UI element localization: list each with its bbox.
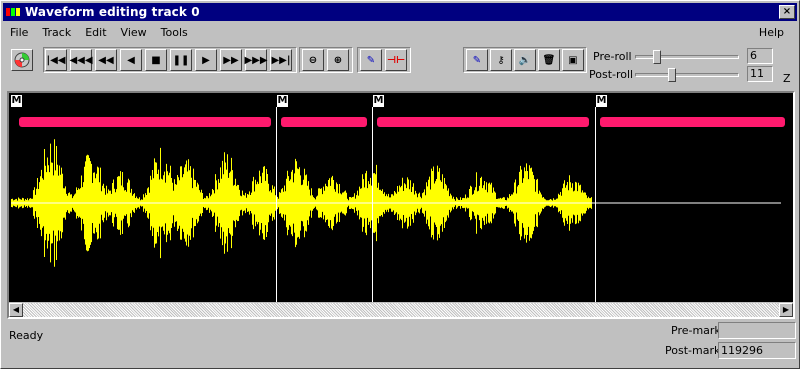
step-back-icon[interactable]: ◀: [120, 49, 142, 71]
menu-tools[interactable]: Tools: [154, 26, 195, 39]
title-bar[interactable]: Waveform editing track 0 ×: [3, 3, 797, 21]
stop-icon[interactable]: ■: [145, 49, 167, 71]
pen-icon[interactable]: ✎: [360, 49, 382, 71]
faster-forward-icon[interactable]: ▶▶▶: [244, 49, 268, 71]
go-to-start-icon[interactable]: |◀◀: [45, 49, 67, 71]
zoom-indicator: Z: [783, 72, 791, 85]
postroll-slider-thumb[interactable]: [668, 68, 676, 82]
scroll-track[interactable]: [23, 303, 779, 317]
go-to-end-icon[interactable]: ▶▶|: [270, 49, 292, 71]
preroll-slider[interactable]: [635, 50, 739, 64]
zoom-in-icon[interactable]: ⊕: [327, 49, 349, 71]
split-icon[interactable]: ⊣⊢: [385, 49, 407, 71]
premark-field[interactable]: [718, 322, 796, 339]
scroll-left-icon[interactable]: ◀: [9, 303, 23, 317]
marker-flag[interactable]: M: [596, 95, 607, 107]
scroll-right-icon[interactable]: ▶: [779, 303, 793, 317]
pause-icon[interactable]: ❚❚: [170, 49, 192, 71]
zoom-out-icon[interactable]: ⊖: [302, 49, 324, 71]
key-icon[interactable]: ⚷: [490, 49, 512, 71]
menu-view[interactable]: View: [114, 26, 154, 39]
marker-flag[interactable]: M: [373, 95, 384, 107]
premark-label: Pre-mark: [671, 324, 721, 337]
window-title: Waveform editing track 0: [25, 5, 200, 19]
menu-file[interactable]: File: [3, 26, 35, 39]
marker-line: [372, 107, 373, 303]
menu-track[interactable]: Track: [35, 26, 78, 39]
play-icon[interactable]: ▶: [195, 49, 217, 71]
close-button[interactable]: ×: [779, 5, 795, 19]
menu-bar: File Track Edit View Tools Help: [3, 23, 797, 41]
postroll-label: Post-roll: [589, 68, 634, 81]
document-icon[interactable]: ▣: [562, 49, 584, 71]
marker-flag[interactable]: M: [277, 95, 288, 107]
preroll-slider-thumb[interactable]: [653, 50, 661, 64]
speaker-icon[interactable]: 🔊: [514, 49, 536, 71]
waveform-plot[interactable]: [11, 107, 781, 303]
preroll-label: Pre-roll: [593, 50, 632, 63]
marker-line: [276, 107, 277, 303]
horizontal-scrollbar[interactable]: ◀ ▶: [9, 302, 793, 317]
preroll-value[interactable]: 6: [747, 48, 773, 64]
marker-flag[interactable]: M: [11, 95, 22, 107]
marker-pen-icon[interactable]: ✎: [466, 49, 488, 71]
postroll-slider[interactable]: [635, 68, 739, 82]
waveform-panel[interactable]: M M M M ◀ ▶: [7, 91, 795, 319]
region-bar[interactable]: [377, 117, 589, 127]
cd-button[interactable]: [11, 49, 33, 71]
trash-icon[interactable]: 🗑: [538, 49, 560, 71]
postmark-field[interactable]: 119296: [718, 342, 796, 359]
region-bar[interactable]: [281, 117, 367, 127]
app-icon[interactable]: [5, 4, 21, 20]
region-bar[interactable]: [19, 117, 271, 127]
marker-line: [595, 107, 596, 303]
menu-help[interactable]: Help: [752, 26, 791, 39]
cd-icon: [14, 52, 30, 68]
menu-edit[interactable]: Edit: [78, 26, 113, 39]
rewind-icon[interactable]: ◀◀: [95, 49, 117, 71]
postmark-label: Post-mark: [665, 344, 721, 357]
status-text: Ready: [9, 329, 44, 342]
toolbar: |◀◀ ◀◀◀ ◀◀ ◀ ■ ❚❚ ▶ ▶▶ ▶▶▶ ▶▶| ⊖ ⊕ ✎ ⊣⊢ …: [3, 45, 797, 85]
region-bar[interactable]: [600, 117, 785, 127]
postroll-value[interactable]: 11: [747, 66, 773, 82]
waveform-editor-window: Waveform editing track 0 × File Track Ed…: [0, 0, 800, 369]
fast-forward-icon[interactable]: ▶▶: [220, 49, 242, 71]
fast-rewind-icon[interactable]: ◀◀◀: [69, 49, 93, 71]
